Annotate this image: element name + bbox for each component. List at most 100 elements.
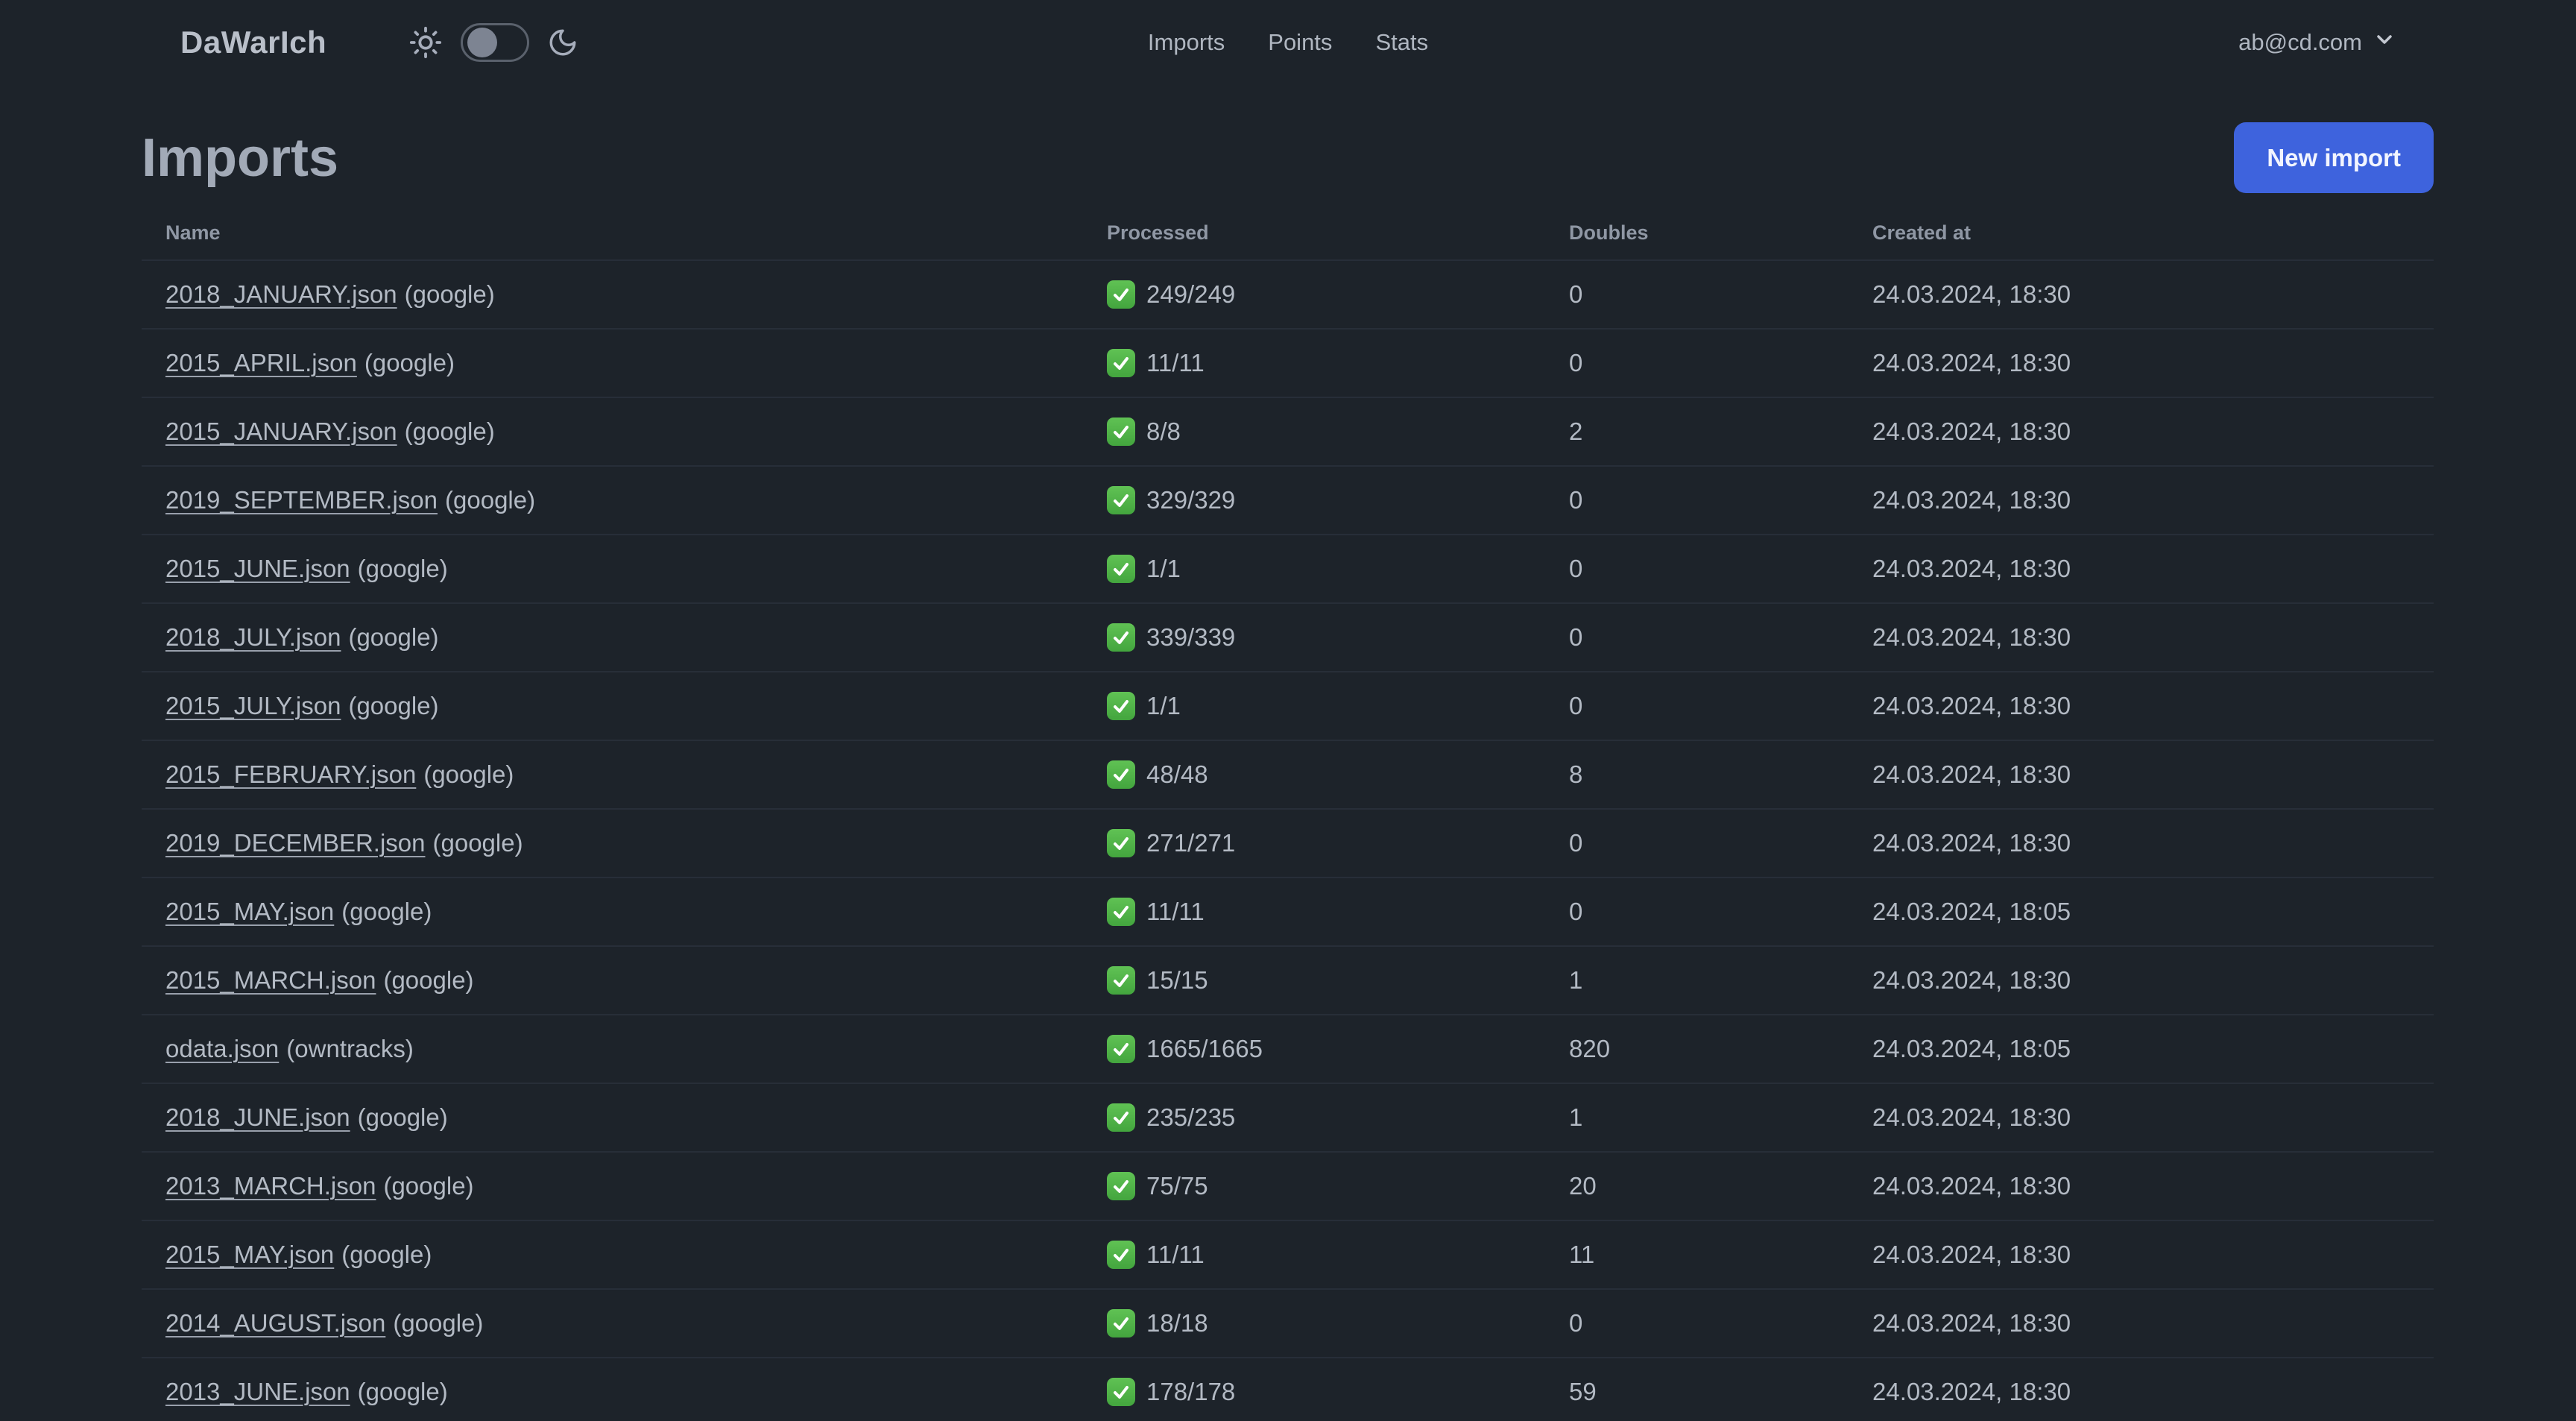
table-row: 2015_JUNE.json (google) 1/1 0 24.03.2024,… <box>142 534 2434 603</box>
import-name-cell: 2015_JUNE.json (google) <box>142 534 1083 603</box>
processed-cell: 75/75 <box>1083 1151 1545 1220</box>
created-at-cell: 24.03.2024, 18:30 <box>1849 534 2434 603</box>
created-at-cell: 24.03.2024, 18:30 <box>1849 602 2434 672</box>
page-title: Imports <box>142 127 339 188</box>
import-file-link[interactable]: 2014_AUGUST.json <box>165 1309 385 1337</box>
created-at-cell: 24.03.2024, 18:30 <box>1849 328 2434 397</box>
import-file-link[interactable]: 2015_MARCH.json <box>165 966 376 994</box>
import-file-link[interactable]: 2015_MAY.json <box>165 1241 334 1268</box>
processed-cell: 15/15 <box>1083 945 1545 1015</box>
green-check-icon <box>1107 760 1135 789</box>
new-import-button[interactable]: New import <box>2234 122 2434 193</box>
green-check-icon <box>1107 1103 1135 1132</box>
import-source-label: (google) <box>364 349 455 376</box>
app-logo[interactable]: DaWarIch <box>180 25 326 60</box>
doubles-cell: 59 <box>1545 1357 1849 1421</box>
green-check-icon <box>1107 486 1135 514</box>
doubles-cell: 0 <box>1545 465 1849 535</box>
import-file-link[interactable]: 2015_FEBRUARY.json <box>165 760 416 788</box>
import-name-cell: 2018_JANUARY.json (google) <box>142 259 1083 329</box>
created-at-cell: 24.03.2024, 18:30 <box>1849 259 2434 329</box>
doubles-cell: 0 <box>1545 808 1849 878</box>
created-at-cell: 24.03.2024, 18:30 <box>1849 1151 2434 1220</box>
nav-link-stats[interactable]: Stats <box>1375 29 1428 56</box>
import-source-label: (google) <box>357 1378 448 1405</box>
import-name-cell: 2018_JUNE.json (google) <box>142 1083 1083 1152</box>
doubles-cell: 0 <box>1545 602 1849 672</box>
processed-count: 11/11 <box>1146 898 1205 925</box>
table-row: 2013_JUNE.json (google) 178/178 59 24.03.… <box>142 1357 2434 1421</box>
processed-cell: 48/48 <box>1083 740 1545 809</box>
processed-count: 15/15 <box>1146 966 1208 994</box>
doubles-cell: 0 <box>1545 671 1849 740</box>
import-name-cell: 2019_DECEMBER.json (google) <box>142 808 1083 878</box>
doubles-cell: 0 <box>1545 1288 1849 1358</box>
import-file-link[interactable]: 2015_MAY.json <box>165 898 334 925</box>
import-name-cell: 2015_FEBRUARY.json (google) <box>142 740 1083 809</box>
import-file-link[interactable]: odata.json <box>165 1035 279 1062</box>
user-menu[interactable]: ab@cd.com <box>2238 28 2396 57</box>
created-at-cell: 24.03.2024, 18:30 <box>1849 397 2434 466</box>
page-header: Imports New import <box>142 122 2434 193</box>
import-file-link[interactable]: 2019_SEPTEMBER.json <box>165 486 438 514</box>
column-header-name: Name <box>165 221 221 244</box>
doubles-cell: 8 <box>1545 740 1849 809</box>
created-at-cell: 24.03.2024, 18:30 <box>1849 1357 2434 1421</box>
created-at-cell: 24.03.2024, 18:05 <box>1849 877 2434 946</box>
imports-page: Imports New import Name Processed Double… <box>0 122 2576 1421</box>
processed-cell: 249/249 <box>1083 259 1545 329</box>
processed-count: 1/1 <box>1146 692 1181 719</box>
import-source-label: (google) <box>341 898 432 925</box>
column-header-processed: Processed <box>1107 221 1209 244</box>
import-file-link[interactable]: 2015_JULY.json <box>165 692 341 719</box>
processed-cell: 1/1 <box>1083 671 1545 740</box>
import-file-link[interactable]: 2015_APRIL.json <box>165 349 357 376</box>
import-file-link[interactable]: 2013_MARCH.json <box>165 1172 376 1200</box>
doubles-cell: 0 <box>1545 877 1849 946</box>
theme-toggle[interactable] <box>461 23 530 62</box>
table-row: 2015_MAY.json (google) 11/11 0 24.03.2024… <box>142 877 2434 946</box>
table-row: 2018_JULY.json (google) 339/339 0 24.03.2… <box>142 602 2434 672</box>
sun-icon <box>408 25 443 60</box>
import-file-link[interactable]: 2018_JANUARY.json <box>165 280 397 308</box>
import-name-cell: odata.json (owntracks) <box>142 1014 1083 1083</box>
import-file-link[interactable]: 2018_JUNE.json <box>165 1103 350 1131</box>
import-file-link[interactable]: 2013_JUNE.json <box>165 1378 350 1405</box>
processed-cell: 235/235 <box>1083 1083 1545 1152</box>
import-file-link[interactable]: 2015_JANUARY.json <box>165 418 397 445</box>
import-source-label: (google) <box>357 1103 448 1131</box>
green-check-icon <box>1107 1309 1135 1337</box>
moon-icon <box>547 27 578 58</box>
processed-count: 1/1 <box>1146 555 1181 582</box>
table-row: 2018_JANUARY.json (google) 249/249 0 24.0… <box>142 259 2434 329</box>
green-check-icon <box>1107 1241 1135 1269</box>
table-row: odata.json (owntracks) 1665/1665 820 24.0… <box>142 1014 2434 1083</box>
nav-link-points[interactable]: Points <box>1268 29 1332 56</box>
nav-link-imports[interactable]: Imports <box>1148 29 1225 56</box>
column-header-doubles: Doubles <box>1569 221 1649 244</box>
import-source-label: (google) <box>393 1309 484 1337</box>
green-check-icon <box>1107 829 1135 857</box>
table-row: 2015_APRIL.json (google) 11/11 0 24.03.20… <box>142 328 2434 397</box>
import-name-cell: 2015_JANUARY.json (google) <box>142 397 1083 466</box>
table-row: 2015_JANUARY.json (google) 8/8 2 24.03.20… <box>142 397 2434 466</box>
green-check-icon <box>1107 418 1135 446</box>
doubles-cell: 1 <box>1545 945 1849 1015</box>
processed-cell: 8/8 <box>1083 397 1545 466</box>
table-row: 2019_DECEMBER.json (google) 271/271 0 24.… <box>142 808 2434 878</box>
table-row: 2015_FEBRUARY.json (google) 48/48 8 24.03… <box>142 740 2434 809</box>
import-file-link[interactable]: 2018_JULY.json <box>165 623 341 651</box>
doubles-cell: 0 <box>1545 534 1849 603</box>
import-source-label: (google) <box>404 280 495 308</box>
import-source-label: (google) <box>383 1172 474 1200</box>
import-name-cell: 2015_MARCH.json (google) <box>142 945 1083 1015</box>
import-file-link[interactable]: 2019_DECEMBER.json <box>165 829 426 857</box>
doubles-cell: 1 <box>1545 1083 1849 1152</box>
green-check-icon <box>1107 966 1135 995</box>
doubles-cell: 0 <box>1545 259 1849 329</box>
import-name-cell: 2013_MARCH.json (google) <box>142 1151 1083 1220</box>
column-header-created-at: Created at <box>1872 221 1972 244</box>
table-row: 2015_JULY.json (google) 1/1 0 24.03.2024,… <box>142 671 2434 740</box>
import-file-link[interactable]: 2015_JUNE.json <box>165 555 350 582</box>
processed-count: 235/235 <box>1146 1103 1236 1131</box>
